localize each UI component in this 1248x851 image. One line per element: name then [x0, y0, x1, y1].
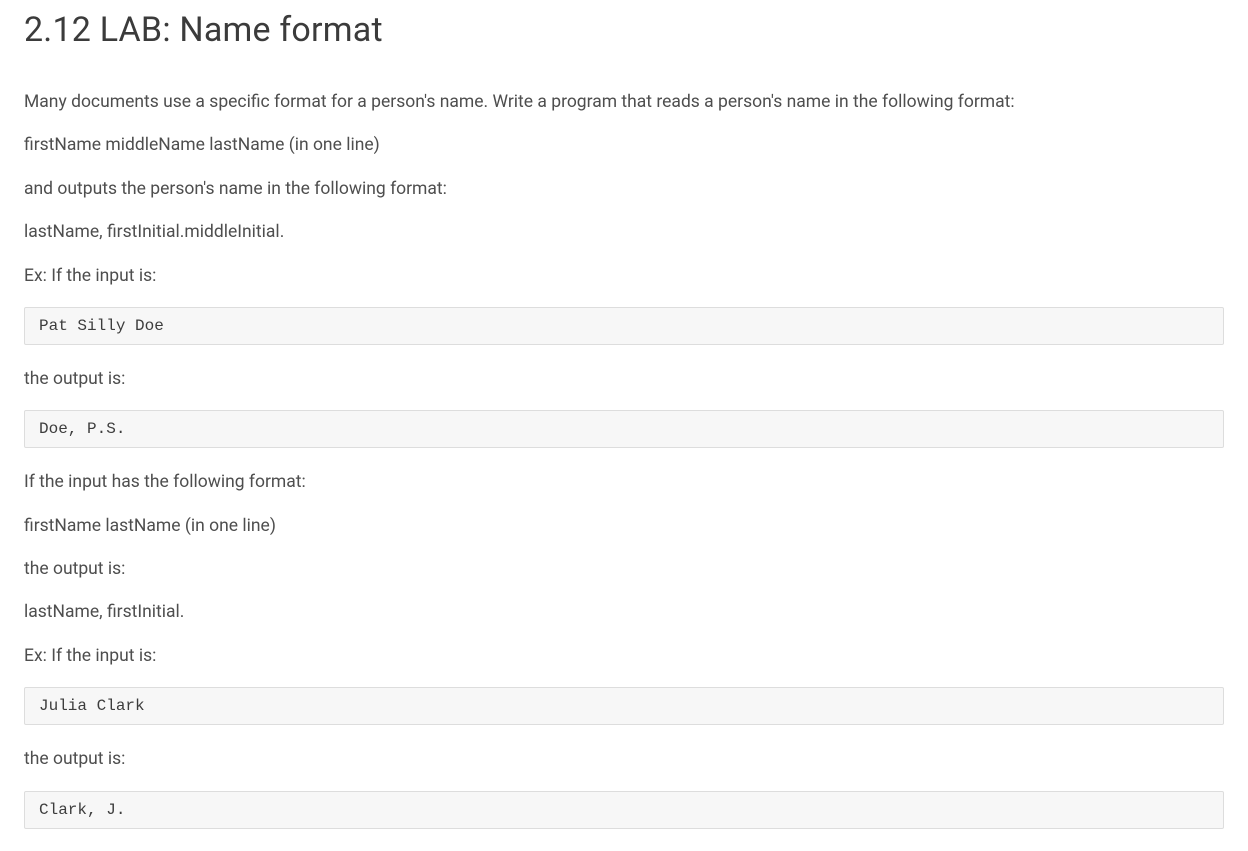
example-input-label-1: Ex: If the input is: [24, 264, 1224, 289]
code-block-output-1: Doe, P.S. [24, 410, 1224, 448]
code-block-input-1: Pat Silly Doe [24, 307, 1224, 345]
page-title: 2.12 LAB: Name format [24, 10, 1224, 50]
output-format-full: lastName, firstInitial.middleInitial. [24, 220, 1224, 245]
code-block-output-2: Clark, J. [24, 791, 1224, 829]
output-description: and outputs the person's name in the fol… [24, 177, 1224, 202]
intro-paragraph: Many documents use a specific format for… [24, 90, 1224, 115]
code-block-input-2: Julia Clark [24, 687, 1224, 725]
input-format-short: firstName lastName (in one line) [24, 514, 1224, 539]
alt-output-label: the output is: [24, 557, 1224, 582]
output-format-short: lastName, firstInitial. [24, 600, 1224, 625]
alt-format-intro: If the input has the following format: [24, 470, 1224, 495]
input-format-full: firstName middleName lastName (in one li… [24, 133, 1224, 158]
example-input-label-2: Ex: If the input is: [24, 644, 1224, 669]
example-output-label-1: the output is: [24, 367, 1224, 392]
example-output-label-2: the output is: [24, 747, 1224, 772]
